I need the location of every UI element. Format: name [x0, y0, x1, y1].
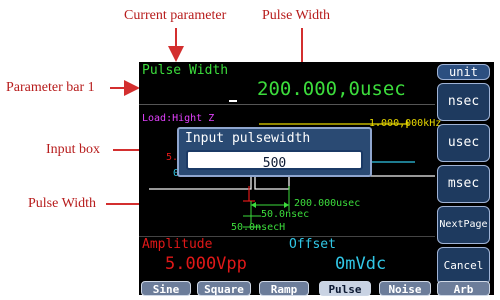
input-field-value: 500: [262, 156, 287, 171]
rise-time-label: 50.0nsec: [261, 209, 310, 220]
input-field[interactable]: 500: [186, 150, 363, 171]
annotation-current-parameter: Current parameter: [124, 8, 227, 23]
bottom-parameters: Amplitude 5.000Vpp Offset 0mVdc: [139, 236, 435, 279]
tab-ramp[interactable]: Ramp: [259, 281, 309, 296]
input-dialog: Input pulsewidth 500: [177, 127, 372, 177]
amplitude-value[interactable]: 5.000Vpp: [165, 254, 247, 274]
annotation-parameter-bar: Parameter bar 1: [6, 80, 95, 95]
annotation-pulse-width-side: Pulse Width: [28, 196, 97, 211]
frequency-fragment: 1.000,000kHz: [369, 118, 442, 129]
softkey-msec[interactable]: msec: [437, 165, 490, 203]
input-dialog-title: Input pulsewidth: [185, 131, 311, 146]
tab-noise[interactable]: Noise: [379, 281, 431, 296]
waveform-tab-bar: Sine Square Ramp Pulse Noise Arb: [139, 280, 494, 298]
annotation-pulse-width-top: Pulse Width: [262, 8, 331, 23]
tab-arb[interactable]: Arb: [437, 281, 490, 296]
load-label: Load:Hight Z: [142, 113, 215, 124]
softkey-nextpage[interactable]: NextPage: [437, 206, 490, 244]
parameter-bar[interactable]: Pulse Width 200.000,0usec: [139, 62, 435, 105]
unit-header: unit: [437, 64, 490, 80]
fall-time-label: 50.0nsecH: [231, 222, 286, 233]
tab-pulse[interactable]: Pulse: [319, 281, 371, 296]
parameter-name: Pulse Width: [142, 63, 229, 78]
annotation-input-box: Input box: [46, 142, 101, 157]
softkey-usec[interactable]: usec: [437, 124, 490, 162]
softkey-nsec[interactable]: nsec: [437, 83, 490, 121]
amplitude-label[interactable]: Amplitude: [142, 237, 212, 252]
cursor-marker: [229, 100, 237, 102]
generator-screen: Pulse Width 200.000,0usec Load:Hight Z 1…: [139, 62, 494, 295]
parameter-value: 200.000,0usec: [257, 78, 406, 100]
offset-label[interactable]: Offset: [289, 237, 336, 252]
tab-square[interactable]: Square: [197, 281, 251, 296]
tab-sine[interactable]: Sine: [141, 281, 191, 296]
offset-value[interactable]: 0mVdc: [335, 254, 386, 274]
pulse-width-label: 200.000usec: [294, 198, 361, 209]
